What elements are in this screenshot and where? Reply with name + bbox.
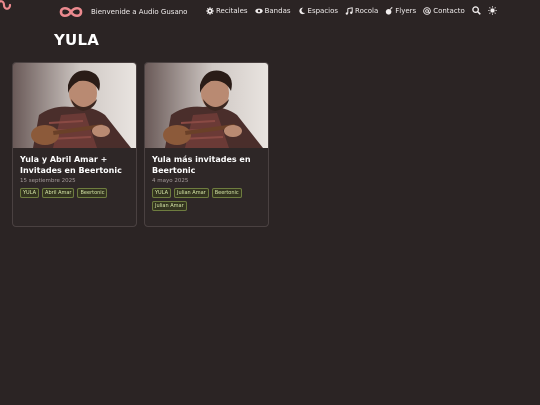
nav-item-rocola[interactable]: Rocola	[345, 7, 378, 15]
brand[interactable]: Bienvenide a Audio Gusano	[57, 4, 187, 20]
events-grid: Yula y Abril Amar + Invitades en Beerton…	[12, 62, 276, 227]
nav-label: Bandas	[264, 6, 291, 15]
tag[interactable]: YULA	[152, 188, 172, 198]
theme-toggle-icon[interactable]	[488, 6, 497, 15]
event-title[interactable]: Yula más invitades en Beertonic	[152, 154, 261, 176]
event-photo[interactable]	[145, 63, 268, 148]
at-sign-icon	[423, 6, 432, 15]
event-date: 4 mayo 2025	[152, 178, 189, 184]
tag[interactable]: YULA	[20, 188, 40, 198]
tag-list: YULA Julian Amar Beertonic Julian Amar	[152, 188, 261, 214]
tag[interactable]: Julian Amar	[152, 201, 187, 211]
nav-label: Flyers	[395, 6, 417, 15]
tag-list: YULA Abril Amar Beertonic	[20, 188, 129, 201]
nav-label: Contacto	[433, 6, 465, 15]
moon-icon	[298, 7, 305, 14]
nav-item-espacios[interactable]: Espacios	[298, 6, 339, 15]
event-title[interactable]: Yula y Abril Amar + Invitades en Beerton…	[20, 154, 129, 176]
event-card[interactable]: Yula más invitades en Beertonic 4 mayo 2…	[144, 62, 269, 227]
search-icon[interactable]	[471, 6, 481, 15]
bomb-icon	[386, 6, 393, 15]
brand-title: Bienvenide a Audio Gusano	[91, 8, 188, 16]
page-title: YULA	[54, 31, 100, 49]
tag[interactable]: Beertonic	[211, 188, 242, 198]
event-photo[interactable]	[13, 63, 136, 148]
gear-icon	[206, 6, 214, 15]
main-nav: Recitales Bandas Espacios Rocola Flyers …	[206, 6, 504, 15]
nav-label: Recitales	[216, 6, 248, 15]
tag[interactable]: Abril Amar	[42, 188, 75, 198]
music-note-icon	[345, 6, 353, 15]
nav-label: Rocola	[355, 6, 379, 15]
nav-item-flyers[interactable]: Flyers	[385, 7, 416, 15]
nav-item-recitales[interactable]: Recitales	[206, 7, 248, 15]
nav-item-contacto[interactable]: Contacto	[423, 7, 465, 15]
eye-icon	[254, 8, 263, 13]
event-date: 15 septiembre 2025	[20, 178, 76, 184]
infinity-logo-icon	[59, 6, 83, 18]
nav-label: Espacios	[307, 6, 339, 15]
event-card[interactable]: Yula y Abril Amar + Invitades en Beerton…	[12, 62, 137, 227]
tag[interactable]: Julian Amar	[174, 188, 209, 198]
top-navigation-bar: Bienvenide a Audio Gusano Recitales Band…	[0, 0, 540, 24]
tag[interactable]: Beertonic	[77, 188, 108, 198]
nav-item-bandas[interactable]: Bandas	[254, 6, 291, 15]
